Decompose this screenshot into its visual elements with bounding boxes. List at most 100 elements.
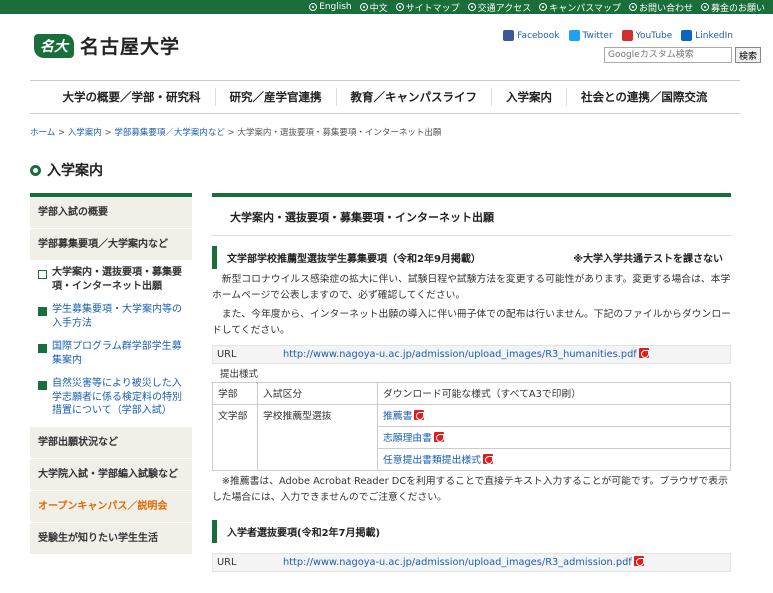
global-nav: 大学の概要／学部・研究科 研究／産学官連携 教育／キャンパスライフ 入学案内 社… [30,80,740,114]
acrobat-note: ※推薦書は、Adobe Acrobat Reader DCを利用することで直接テ… [212,475,728,503]
search-input[interactable] [603,47,732,63]
circle-arrow-icon [309,3,318,11]
table-caption: 提出様式 [220,368,259,380]
topbar-link-access[interactable]: 交通アクセス [467,1,532,14]
breadcrumb-separator: > [101,128,115,138]
topbar-link-label: English [319,2,352,12]
form-cell: 任意提出書類提出様式 [377,447,731,471]
topbar-link-label: 中文 [369,3,388,14]
breadcrumb-admissions[interactable]: 入学案内 [68,128,102,138]
topbar-link-label: 交通アクセス [477,3,532,14]
youtube-link[interactable]: YouTube [621,30,673,41]
topbar-link-label: お問い合わせ [638,3,693,14]
twitter-label: Twitter [582,30,613,41]
circle-arrow-icon [359,3,368,11]
circle-arrow-icon [395,3,404,11]
twitter-icon [568,30,580,41]
sidebar-item-guides[interactable]: 学部募集要項／大学案内など [30,229,192,261]
table-header-cell: 入試区分 [257,381,378,405]
topbar-link-label: 募金のお願い [710,3,765,14]
form-cell: 推薦書 [377,403,731,427]
forms-table: 学部 入試区分 ダウンロード可能な様式（すべてA3で印刷） 文学部 学校推薦型選… [212,381,731,471]
humanities-pdf-link[interactable]: http://www.nagoya-u.ac.jp/admission/uplo… [283,348,649,360]
motivation-form-link[interactable]: 志願理由書 [383,431,444,444]
breadcrumb-separator: > [224,128,238,138]
university-logo[interactable]: 名大 名古屋大学 [34,32,180,59]
linkedin-icon [681,30,693,41]
linkedin-label: LinkedIn [695,30,733,41]
topbar-link-chinese[interactable]: 中文 [359,1,388,14]
sidebar-sub-howto-obtain[interactable]: 学生募集要項・大学案内等の入手方法 [30,298,192,335]
optional-docs-form-link[interactable]: 任意提出書類提出様式 [383,453,493,466]
table-header-cell: 学部 [212,381,258,405]
form-label: 志願理由書 [383,432,432,444]
breadcrumb-home[interactable]: ホーム [30,128,55,138]
gnav-education[interactable]: 教育／キャンパスライフ [335,88,492,106]
admission-pdf-link[interactable]: http://www.nagoya-u.ac.jp/admission/uplo… [283,556,644,568]
url-text: http://www.nagoya-u.ac.jp/admission/uplo… [283,557,632,569]
form-label: 推薦書 [383,410,413,422]
gnav-society[interactable]: 社会との連携／国際交流 [566,88,721,106]
notice-paragraph-1: 新型コロナウイルス感染症の拡大に伴い、試験日程や試験方法を変更する可能性がありま… [212,274,731,302]
table-header-cell: ダウンロード可能な様式（すべてA3で印刷） [377,381,731,405]
subsection-note: ※大学入学共通テストを課さない [573,254,723,265]
page-title-text: 入学案内 [47,163,103,179]
sidebar-sub-international[interactable]: 国際プログラム群学部学生募集案内 [30,335,192,372]
table-row: 文学部 学校推薦型選抜 推薦書 [212,403,731,471]
sidebar-item-application-status[interactable]: 学部出願状況など [30,426,192,459]
table-header-row: 学部 入試区分 ダウンロード可能な様式（すべてA3で印刷） [212,381,731,405]
pdf-icon [633,556,644,567]
site-header: 名大 名古屋大学 Facebook Twitter YouTube Linked… [0,14,773,76]
youtube-label: YouTube [635,30,673,41]
breadcrumb: ホーム > 入学案内 > 学部募集要項／大学案内など > 大学案内・選抜要項・募… [30,126,441,138]
faculty-cell: 文学部 [212,403,258,471]
subsection-title: 入学者選抜要項(令和2年7月掲載) [227,527,381,539]
section-heading: 大学案内・選抜要項・募集要項・インターネット出願 [212,197,731,236]
sidebar: 学部入試の概要 学部募集要項／大学案内など 大学案内・選抜要項・募集要項・インタ… [30,193,192,555]
url-label: URL [217,348,237,360]
topbar-link-label: サイトマップ [405,3,460,14]
subsection-heading-2: 入学者選抜要項(令和2年7月掲載) [212,519,731,543]
facebook-link[interactable]: Facebook [503,30,560,41]
breadcrumb-guides[interactable]: 学部募集要項／大学案内など [114,128,225,138]
sidebar-sub-current[interactable]: 大学案内・選抜要項・募集要項・インターネット出願 [30,261,192,298]
main-content: 大学案内・選抜要項・募集要項・インターネット出願 文学部学校推薦型選抜学生募集要… [212,193,731,572]
subsection-heading-1: 文学部学校推薦型選抜学生募集要項（令和2年9月掲載） ※大学入学共通テストを課さ… [212,246,731,269]
topbar-link-donation[interactable]: 募金のお願い [700,1,765,14]
sidebar-sub-disaster[interactable]: 自然災害等により被災した入学志願者に係る検定料の特別措置について（学部入試） [30,372,192,423]
topbar-link-contact[interactable]: お問い合わせ [628,1,693,14]
page-title: 入学案内 [30,160,103,180]
topbar-link-campus-map[interactable]: キャンパスマップ [539,1,621,14]
url-row-1: URL http://www.nagoya-u.ac.jp/admission/… [212,344,731,364]
ring-bullet-icon [30,164,41,176]
circle-arrow-icon [700,3,709,11]
pdf-icon [482,453,493,464]
topbar-link-sitemap[interactable]: サイトマップ [395,1,460,14]
sidebar-item-graduate[interactable]: 大学院入試・学部編入試験など [30,458,192,491]
recommendation-form-link[interactable]: 推薦書 [383,409,425,422]
topbar-link-english[interactable]: English [309,2,352,12]
youtube-icon [621,30,633,41]
sidebar-item-overview[interactable]: 学部入試の概要 [30,197,192,229]
facebook-label: Facebook [517,30,560,41]
gnav-admissions[interactable]: 入学案内 [491,88,566,106]
topbar-link-label: キャンパスマップ [549,3,621,14]
twitter-link[interactable]: Twitter [568,30,613,41]
form-cell: 志願理由書 [377,425,731,449]
gnav-about[interactable]: 大学の概要／学部・研究科 [49,88,215,106]
subsection-title: 文学部学校推薦型選抜学生募集要項（令和2年9月掲載） [227,254,481,265]
utility-bar: English 中文 サイトマップ 交通アクセス キャンパスマップ お問い合わせ… [0,0,773,14]
circle-arrow-icon [467,3,476,11]
sidebar-item-open-campus[interactable]: オープンキャンパス／説明会 [30,490,192,523]
notice-paragraph-2: また、今年度から、インターネット出願の導入に伴い冊子体での配布は行いません。下記… [212,309,731,337]
gnav-research[interactable]: 研究／産学官連携 [214,88,336,106]
breadcrumb-separator: > [55,128,68,138]
university-emblem: 名大 [34,33,74,58]
url-label: URL [217,556,237,568]
pdf-icon [433,431,444,442]
sidebar-item-student-life[interactable]: 受験生が知りたい学生生活 [30,522,192,555]
form-label: 任意提出書類提出様式 [383,454,481,466]
pdf-icon [638,348,649,359]
search-button[interactable]: 検索 [734,47,761,63]
linkedin-link[interactable]: LinkedIn [681,30,733,41]
